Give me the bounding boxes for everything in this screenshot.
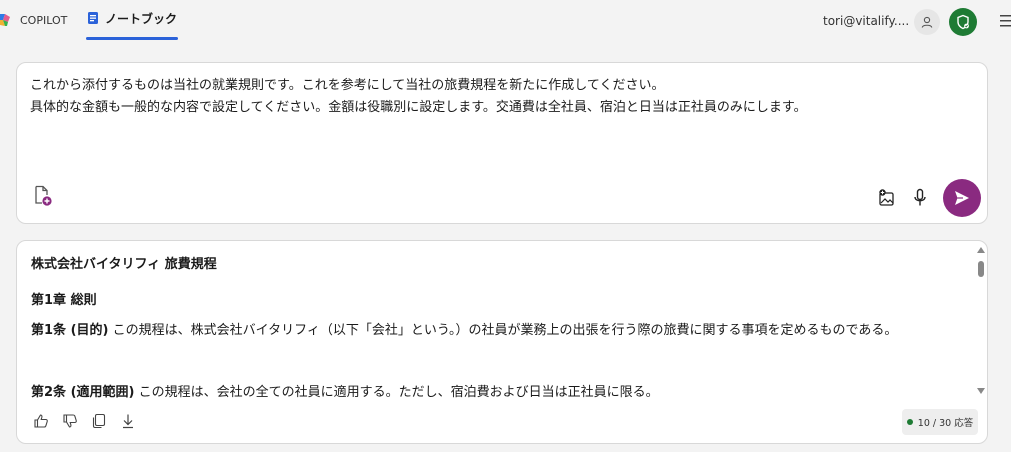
add-image-icon[interactable] <box>878 189 896 207</box>
thumbs-up-icon[interactable] <box>33 413 49 429</box>
scroll-up-arrow-icon[interactable] <box>977 247 985 253</box>
response-card: 株式会社バイタリフィ 旅費規程 第1章 総則 第1条 (目的) この規程は、株式… <box>16 240 988 444</box>
tab-notebook-label: ノートブック <box>104 11 177 26</box>
scrollbar[interactable] <box>977 247 985 397</box>
send-button[interactable] <box>943 179 981 217</box>
active-tab-indicator <box>86 37 178 40</box>
tab-copilot[interactable]: COPILOT <box>0 0 67 40</box>
notebook-icon <box>87 11 99 25</box>
article-label: 第2条 (適用範囲) <box>31 385 135 400</box>
profile-avatar[interactable] <box>949 8 977 36</box>
tab-notebook[interactable]: ノートブック <box>86 0 178 40</box>
copilot-logo-icon <box>0 13 11 27</box>
account-button[interactable] <box>914 9 940 35</box>
scroll-down-arrow-icon[interactable] <box>977 388 985 394</box>
response-title: 株式会社バイタリフィ 旅費規程 <box>31 257 217 272</box>
add-file-icon[interactable] <box>33 185 53 207</box>
thumbs-down-icon[interactable] <box>62 413 78 429</box>
prompt-input-card[interactable]: これから添付するものは当社の就業規則です。これを参考にして当社の旅費規程を新たに… <box>16 62 988 224</box>
response-chapter-heading: 第1章 総則 <box>31 293 97 308</box>
shield-icon <box>957 14 969 30</box>
user-email[interactable]: tori@vitalify.... <box>823 14 909 28</box>
response-actions <box>33 413 136 429</box>
article-text: この規程は、会社の全ての社員に適用する。ただし、宿泊費および日当は正社員に限る。 <box>134 385 659 400</box>
response-count-badge: 10 / 30 応答 <box>902 409 978 435</box>
scroll-thumb[interactable] <box>978 261 984 277</box>
response-count-label: 10 / 30 応答 <box>917 418 974 429</box>
prompt-textarea[interactable]: これから添付するものは当社の就業規則です。これを参考にして当社の旅費規程を新たに… <box>30 75 970 119</box>
status-dot-icon <box>906 419 913 425</box>
top-bar: COPILOT ノートブック tori@vitalify.... <box>0 0 1011 44</box>
article-paragraph: 第2条 (適用範囲) この規程は、会社の全ての社員に適用する。ただし、宿泊費およ… <box>31 381 961 405</box>
download-icon[interactable] <box>120 413 136 429</box>
article-text: この規程は、株式会社バイタリフィ（以下「会社」という。）の社員が業務上の出張を行… <box>108 323 898 338</box>
article-paragraph: 第1条 (目的) この規程は、株式会社バイタリフィ（以下「会社」という。）の社員… <box>31 319 961 343</box>
person-icon <box>921 16 933 28</box>
microphone-icon[interactable] <box>913 188 927 208</box>
send-icon <box>955 191 969 205</box>
article-label: 第1条 (目的) <box>31 323 109 338</box>
copy-icon[interactable] <box>91 413 107 429</box>
menu-icon[interactable] <box>1000 13 1011 29</box>
tab-copilot-label: COPILOT <box>20 13 68 27</box>
